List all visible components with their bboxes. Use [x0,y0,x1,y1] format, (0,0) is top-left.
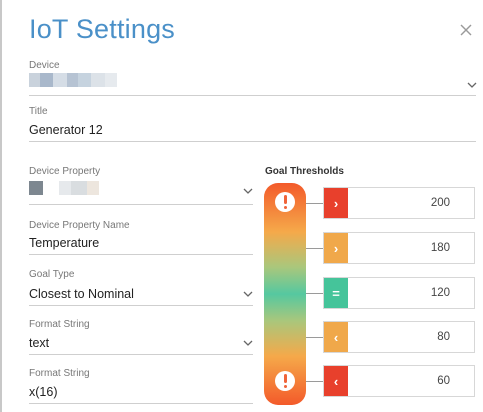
device-property-name-input[interactable]: Temperature [29,236,99,250]
goal-thresholds-title: Goal Thresholds [265,166,344,177]
goal-type-underline [29,305,253,306]
device-value-redacted[interactable] [29,73,117,87]
threshold-row[interactable]: ‹ 60 [323,365,475,397]
goal-type-select[interactable]: Closest to Nominal [29,287,134,301]
format-string-label: Format String [29,319,90,330]
device-underline [29,95,476,96]
format-string-chevron-down-icon[interactable] [243,340,253,347]
format-string-2-input[interactable]: x(16) [29,385,57,399]
equals-icon[interactable]: = [324,278,348,308]
iot-settings-dialog: IoT Settings Device Title Generator 12 D… [0,0,483,412]
device-chevron-down-icon[interactable] [467,82,477,89]
threshold-row[interactable]: = 120 [323,277,475,309]
device-property-name-label: Device Property Name [29,220,130,231]
threshold-connector [306,337,323,338]
threshold-value-input[interactable]: 120 [431,287,450,299]
device-label: Device [29,60,60,71]
format-string-underline [29,354,253,355]
format-string-select[interactable]: text [29,336,49,350]
format-string-2-underline [29,403,253,404]
close-icon[interactable] [458,22,474,38]
goal-type-label: Goal Type [29,269,75,280]
threshold-row[interactable]: › 180 [323,232,475,264]
lower-alert-icon [275,371,295,391]
upper-alert-icon [275,192,295,212]
threshold-value-input[interactable]: 180 [431,242,450,254]
device-property-underline [29,204,253,205]
chevron-right-icon[interactable]: › [324,233,348,263]
threshold-connector [306,381,323,382]
chevron-left-icon[interactable]: ‹ [324,366,348,396]
threshold-value-input[interactable]: 80 [437,331,450,343]
device-property-value-redacted[interactable] [29,181,99,195]
threshold-value-input[interactable]: 200 [431,197,450,209]
threshold-connector [306,248,323,249]
threshold-row[interactable]: ‹ 80 [323,321,475,353]
chevron-left-icon[interactable]: ‹ [324,322,348,352]
title-input[interactable]: Generator 12 [29,123,103,137]
threshold-connector [306,203,323,204]
device-property-label: Device Property [29,166,101,177]
title-underline [29,141,476,142]
threshold-connector [306,293,323,294]
dialog-title: IoT Settings [29,14,175,44]
title-label: Title [29,106,48,117]
chevron-right-icon[interactable]: › [324,188,348,218]
device-property-name-underline [29,254,253,255]
dialog-border [0,0,2,412]
goal-type-chevron-down-icon[interactable] [243,291,253,298]
threshold-row[interactable]: › 200 [323,187,475,219]
threshold-value-input[interactable]: 60 [437,375,450,387]
format-string-2-label: Format String [29,368,90,379]
device-property-chevron-down-icon[interactable] [243,188,253,195]
